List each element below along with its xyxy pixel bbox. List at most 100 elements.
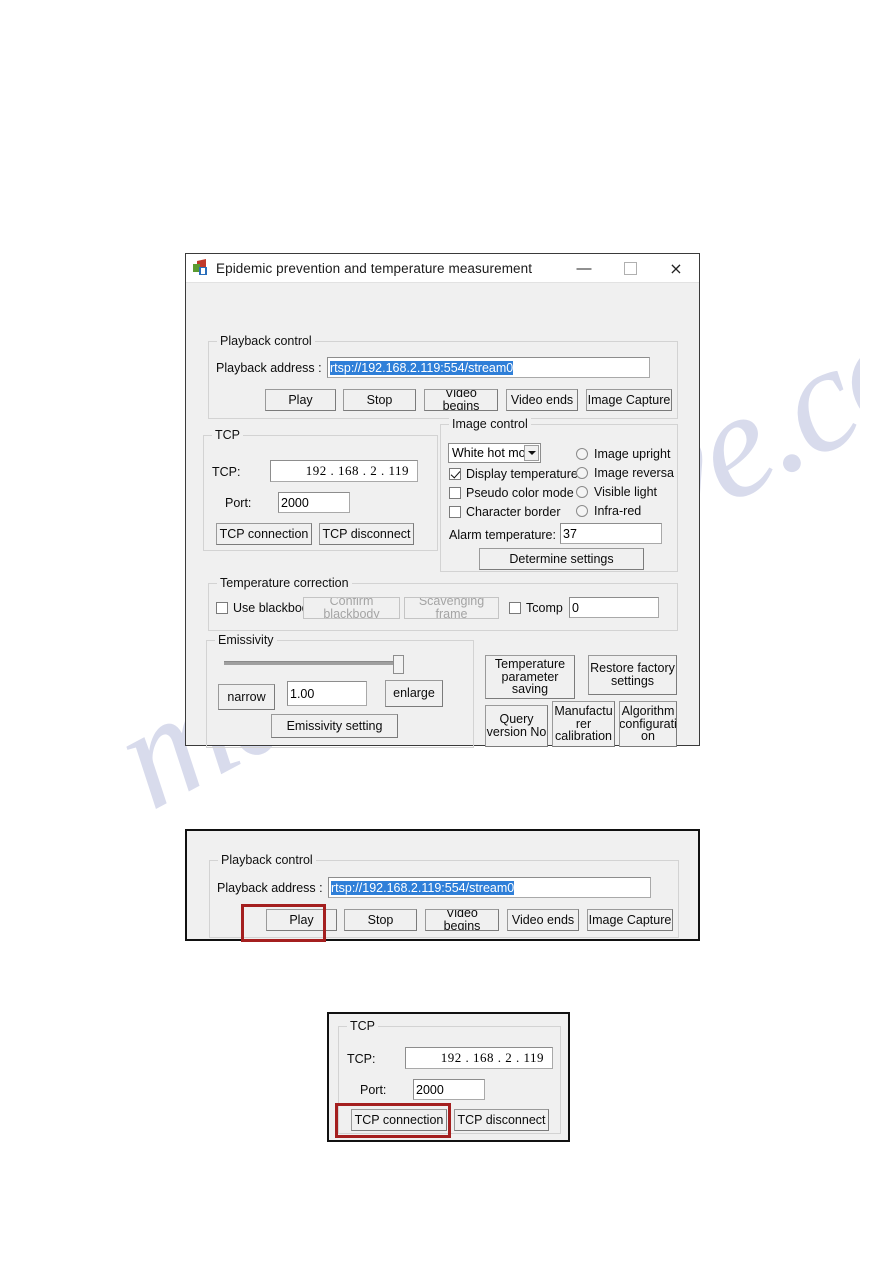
minimize-button[interactable]: — [561, 254, 607, 283]
image-reversal-radio[interactable]: Image reversa [576, 466, 674, 480]
clip-image-capture-button[interactable]: Image Capture [587, 909, 673, 931]
temperature-parameter-saving-button[interactable]: Temperature parameter saving [485, 655, 575, 699]
determine-settings-button[interactable]: Determine settings [479, 548, 644, 570]
radio-icon [576, 467, 588, 479]
pseudo-color-mode-label: Pseudo color mode [466, 486, 574, 500]
tcp-ip-input[interactable]: 192 . 168 . 2 . 119 [270, 460, 418, 482]
display-temperature-checkbox[interactable]: Display temperature [449, 467, 578, 481]
maximize-button[interactable] [607, 254, 653, 283]
clip-playback-address-value: rtsp://192.168.2.119:554/stream0 [331, 880, 515, 895]
tcomp-checkbox[interactable]: Tcomp [509, 601, 563, 615]
playback-control-legend: Playback control [217, 334, 315, 348]
check-icon [509, 602, 521, 614]
scavenging-frame-button: Scavenging frame [404, 597, 499, 619]
clip-playback-control-legend: Playback control [218, 853, 316, 867]
emissivity-slider[interactable] [224, 655, 404, 675]
check-icon [449, 487, 461, 499]
character-border-label: Character border [466, 505, 561, 519]
temperature-correction-legend: Temperature correction [217, 576, 352, 590]
alarm-temperature-value: 37 [563, 526, 577, 541]
title-bar: Epidemic prevention and temperature meas… [186, 254, 699, 283]
restore-factory-settings-button[interactable]: Restore factory settings [588, 655, 677, 695]
confirm-blackbody-button: Confirm blackbody [303, 597, 400, 619]
use-blackbody-checkbox[interactable]: Use blackbody [216, 601, 315, 615]
tcp-port-value: 2000 [281, 495, 309, 510]
close-button[interactable]: × [653, 254, 699, 283]
check-icon [216, 602, 228, 614]
emissivity-legend: Emissivity [215, 633, 277, 647]
video-ends-button[interactable]: Video ends [506, 389, 578, 411]
check-icon [449, 506, 461, 518]
clip-tcp-ip-label: TCP: [347, 1052, 376, 1066]
close-icon: × [669, 258, 683, 278]
alarm-temperature-input[interactable]: 37 [560, 523, 662, 544]
narrow-button[interactable]: narrow [218, 684, 275, 710]
app-window: Epidemic prevention and temperature meas… [185, 253, 700, 748]
alarm-temperature-label: Alarm temperature: [449, 528, 556, 542]
radio-icon [576, 486, 588, 498]
infra-red-label: Infra-red [594, 504, 642, 518]
emissivity-value-input[interactable]: 1.00 [287, 681, 367, 706]
clip-playback-address-input[interactable]: rtsp://192.168.2.119:554/stream0 [328, 877, 651, 898]
tcomp-label: Tcomp [526, 601, 563, 615]
chevron-down-icon[interactable] [524, 445, 539, 461]
slider-track [224, 661, 404, 665]
infra-red-radio[interactable]: Infra-red [576, 504, 641, 518]
image-upright-radio[interactable]: Image upright [576, 447, 670, 461]
tcp-legend: TCP [212, 428, 243, 442]
display-temperature-label: Display temperature [466, 467, 578, 481]
clip-tcp-legend: TCP [347, 1019, 378, 1033]
image-mode-value: White hot mod [452, 446, 533, 460]
window-controls: — × [561, 254, 699, 283]
tcomp-input[interactable]: 0 [569, 597, 659, 618]
image-control-legend: Image control [449, 417, 531, 431]
clip-video-ends-button[interactable]: Video ends [507, 909, 579, 931]
stop-button[interactable]: Stop [343, 389, 416, 411]
playback-address-value: rtsp://192.168.2.119:554/stream0 [330, 360, 514, 375]
visible-light-radio[interactable]: Visible light [576, 485, 657, 499]
clip-tcp-port-label: Port: [360, 1083, 387, 1097]
video-begins-button[interactable]: Video begins [424, 389, 498, 411]
tcp-ip-label: TCP: [212, 465, 241, 479]
clip-tcp-disconnect-button[interactable]: TCP disconnect [454, 1109, 549, 1131]
minimize-icon: — [576, 259, 592, 277]
emissivity-value: 1.00 [290, 686, 315, 701]
playback-address-input[interactable]: rtsp://192.168.2.119:554/stream0 [327, 357, 650, 378]
clip-play-button[interactable]: Play [266, 909, 337, 931]
clip-stop-button[interactable]: Stop [344, 909, 417, 931]
clip-tcp-port-input[interactable]: 2000 [413, 1079, 485, 1100]
check-icon [449, 468, 461, 480]
clip-tcp-connection-button[interactable]: TCP connection [351, 1109, 447, 1131]
tcp-ip-value: 192 . 168 . 2 . 119 [305, 463, 409, 478]
image-upright-label: Image upright [594, 447, 671, 461]
image-reversal-label: Image reversa [594, 466, 674, 480]
playback-address-label: Playback address : [216, 361, 322, 375]
algorithm-configuration-button[interactable]: Algorithm configurati on [619, 701, 677, 747]
playback-control-clip: Playback control Playback address : rtsp… [185, 829, 700, 942]
character-border-checkbox[interactable]: Character border [449, 505, 561, 519]
clip-video-begins-button[interactable]: Video begins [425, 909, 499, 931]
radio-icon [576, 505, 588, 517]
window-title: Epidemic prevention and temperature meas… [216, 260, 533, 276]
clip-tcp-ip-value: 192 . 168 . 2 . 119 [440, 1050, 544, 1065]
tcp-connection-button[interactable]: TCP connection [216, 523, 312, 545]
clip-tcp-ip-input[interactable]: 192 . 168 . 2 . 119 [405, 1047, 553, 1069]
tcp-port-label: Port: [225, 496, 252, 510]
enlarge-button[interactable]: enlarge [385, 680, 443, 707]
play-button[interactable]: Play [265, 389, 336, 411]
pseudo-color-mode-checkbox[interactable]: Pseudo color mode [449, 486, 574, 500]
clip-playback-address-label: Playback address : [217, 881, 323, 895]
maximize-icon [623, 261, 637, 275]
application-icon [193, 259, 209, 276]
tcomp-value: 0 [572, 600, 579, 615]
visible-light-label: Visible light [594, 485, 658, 499]
image-capture-button[interactable]: Image Capture [586, 389, 672, 411]
image-mode-combobox[interactable]: White hot mod [448, 443, 541, 463]
emissivity-setting-button[interactable]: Emissivity setting [271, 714, 398, 738]
manufacturer-calibration-button[interactable]: Manufactu rer calibration [552, 701, 615, 747]
tcp-port-input[interactable]: 2000 [278, 492, 350, 513]
clip-tcp-port-value: 2000 [416, 1082, 444, 1097]
query-version-no-button[interactable]: Query version No [485, 705, 548, 747]
tcp-disconnect-button[interactable]: TCP disconnect [319, 523, 414, 545]
slider-thumb[interactable] [393, 655, 404, 674]
